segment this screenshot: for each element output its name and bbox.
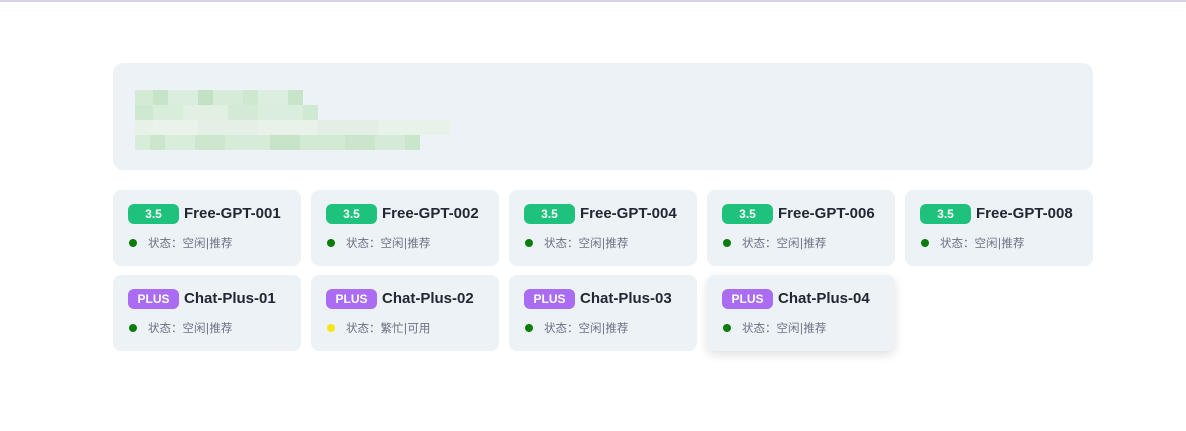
model-name: Chat-Plus-02 xyxy=(382,290,474,307)
model-card[interactable]: 3.5 Free-GPT-004 状态：空闲|推荐 xyxy=(509,190,697,266)
status-text: 状态：空闲|推荐 xyxy=(742,236,827,250)
model-version-badge: 3.5 xyxy=(920,204,971,224)
model-name: Chat-Plus-03 xyxy=(580,290,672,307)
model-version-badge: 3.5 xyxy=(326,204,377,224)
model-card[interactable]: PLUS Chat-Plus-01 状态：空闲|推荐 xyxy=(113,275,301,351)
model-card[interactable]: PLUS Chat-Plus-04 状态：空闲|推荐 xyxy=(707,275,895,351)
blurred-text-line xyxy=(135,120,450,135)
model-name: Free-GPT-002 xyxy=(382,205,479,222)
status-indicator-icon xyxy=(723,324,731,332)
status-indicator-icon xyxy=(129,239,137,247)
blurred-text-line xyxy=(135,135,420,150)
model-card[interactable]: 3.5 Free-GPT-008 状态：空闲|推荐 xyxy=(905,190,1093,266)
model-name: Free-GPT-006 xyxy=(778,205,875,222)
model-version-badge: 3.5 xyxy=(128,204,179,224)
model-name: Chat-Plus-01 xyxy=(184,290,276,307)
blurred-text-line xyxy=(135,105,318,120)
model-name: Free-GPT-008 xyxy=(976,205,1073,222)
model-version-badge: PLUS xyxy=(128,289,179,309)
top-divider xyxy=(0,0,1186,2)
blurred-text-line xyxy=(135,90,303,105)
status-indicator-icon xyxy=(723,239,731,247)
status-text: 状态：空闲|推荐 xyxy=(940,236,1025,250)
model-version-badge: PLUS xyxy=(722,289,773,309)
status-indicator-icon xyxy=(129,324,137,332)
model-card[interactable]: PLUS Chat-Plus-03 状态：空闲|推荐 xyxy=(509,275,697,351)
model-name: Free-GPT-004 xyxy=(580,205,677,222)
model-name: Chat-Plus-04 xyxy=(778,290,870,307)
status-indicator-icon xyxy=(327,324,335,332)
status-indicator-icon xyxy=(525,324,533,332)
model-version-badge: PLUS xyxy=(326,289,377,309)
model-card[interactable]: 3.5 Free-GPT-002 状态：空闲|推荐 xyxy=(311,190,499,266)
model-name: Free-GPT-001 xyxy=(184,205,281,222)
model-card[interactable]: 3.5 Free-GPT-006 状态：空闲|推荐 xyxy=(707,190,895,266)
status-indicator-icon xyxy=(921,239,929,247)
model-card[interactable]: 3.5 Free-GPT-001 状态：空闲|推荐 xyxy=(113,190,301,266)
announcement-banner-blurred xyxy=(113,63,1093,170)
model-card[interactable]: PLUS Chat-Plus-02 状态：繁忙|可用 xyxy=(311,275,499,351)
model-version-badge: PLUS xyxy=(524,289,575,309)
status-text: 状态：空闲|推荐 xyxy=(346,236,431,250)
status-indicator-icon xyxy=(327,239,335,247)
status-text: 状态：空闲|推荐 xyxy=(544,236,629,250)
status-text: 状态：空闲|推荐 xyxy=(148,321,233,335)
status-text: 状态：空闲|推荐 xyxy=(742,321,827,335)
status-text: 状态：空闲|推荐 xyxy=(148,236,233,250)
model-version-badge: 3.5 xyxy=(524,204,575,224)
status-indicator-icon xyxy=(525,239,533,247)
status-text: 状态：空闲|推荐 xyxy=(544,321,629,335)
status-text: 状态：繁忙|可用 xyxy=(346,321,431,335)
model-version-badge: 3.5 xyxy=(722,204,773,224)
